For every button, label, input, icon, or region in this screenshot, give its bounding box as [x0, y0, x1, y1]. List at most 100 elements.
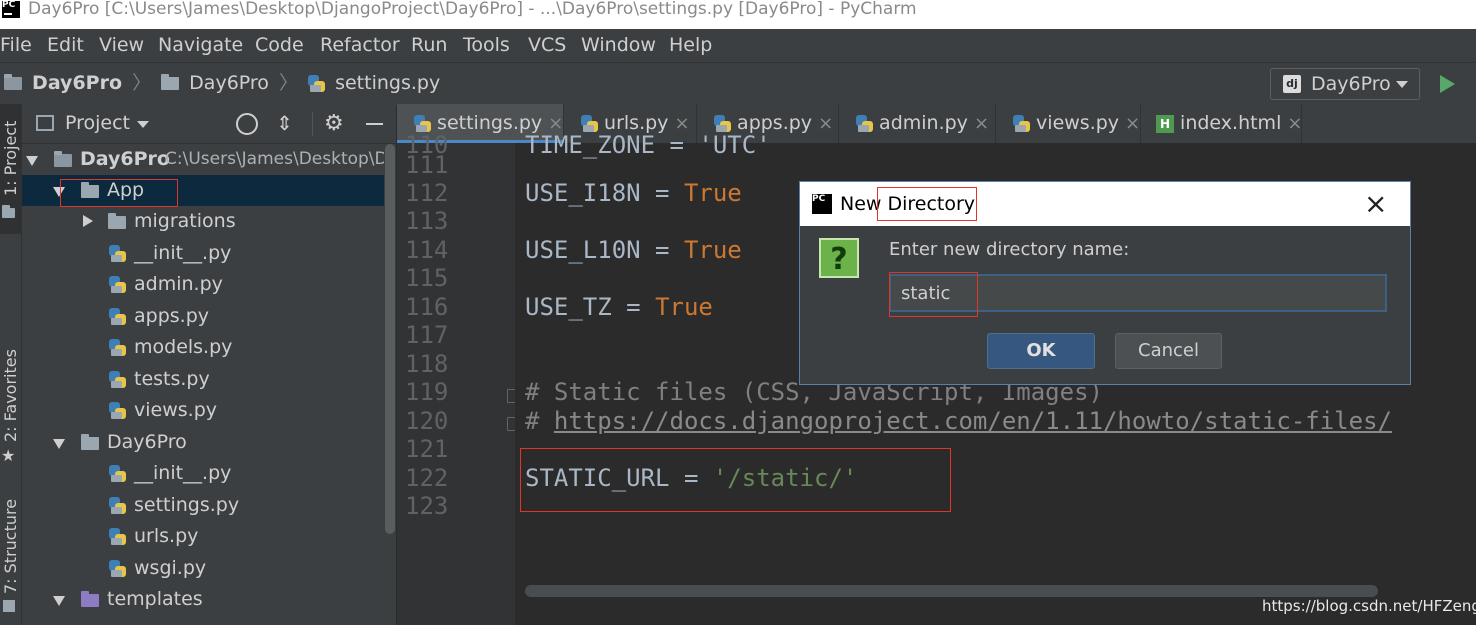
tree-item-label: Day6Pro: [107, 431, 187, 453]
line-number: 120: [405, 407, 449, 435]
chevron-down-icon: [1396, 81, 1408, 88]
python-file-icon: [109, 528, 126, 545]
chevron-down-icon[interactable]: [26, 156, 38, 166]
python-file-icon: [109, 276, 126, 293]
line-number: 118: [405, 350, 449, 378]
close-icon[interactable]: ×: [1364, 182, 1387, 226]
chevron-down-icon[interactable]: [137, 121, 149, 128]
folder-icon: [2, 205, 15, 218]
left-tool-strip: 1: Project 2: Favorites ★ 7: Structure: [0, 104, 22, 625]
line-number: 116: [405, 293, 449, 321]
line-number: 114: [405, 236, 449, 264]
docs-link[interactable]: https://docs.djangoproject.com/en/1.11/h…: [554, 407, 1392, 435]
tree-item-label: models.py: [134, 336, 233, 358]
tree-item-file[interactable]: admin.py: [22, 269, 384, 300]
code-line-partial: TIME_ZONE = 'UTC': [525, 131, 771, 159]
breadcrumb-item-package[interactable]: Day6Pro: [189, 72, 269, 94]
menu-refactor[interactable]: Refactor: [320, 29, 400, 62]
menu-run[interactable]: Run: [411, 29, 447, 62]
tree-item-file[interactable]: tests.py: [22, 364, 384, 395]
menu-view[interactable]: View: [99, 29, 144, 62]
tree-item-label: migrations: [134, 210, 236, 232]
tree-item-file[interactable]: urls.py: [22, 521, 384, 552]
collapse-all-icon[interactable]: ⇕: [276, 104, 293, 143]
chevron-down-icon[interactable]: [53, 596, 65, 606]
tree-item-file[interactable]: models.py: [22, 332, 384, 363]
close-icon[interactable]: ×: [1287, 113, 1302, 134]
tree-item-label: urls.py: [134, 525, 199, 547]
tree-item-label: wsgi.py: [134, 557, 207, 579]
close-icon[interactable]: ×: [1125, 113, 1140, 134]
line-number: 123: [405, 492, 449, 520]
line-number: 111: [405, 151, 449, 179]
chevron-right-icon[interactable]: [83, 215, 93, 227]
project-view-selector[interactable]: Project: [65, 104, 130, 143]
cancel-button[interactable]: Cancel: [1115, 333, 1222, 369]
project-tree-scrollbar[interactable]: [384, 144, 396, 625]
run-configuration-select[interactable]: dj Day6Pro: [1270, 68, 1420, 100]
tree-root-label: Day6Pro: [80, 148, 170, 170]
close-icon[interactable]: ×: [974, 113, 989, 134]
favorites-tool-tab[interactable]: 2: Favorites ★: [0, 349, 21, 472]
line-number: 121: [405, 435, 449, 463]
menu-window[interactable]: Window: [581, 29, 656, 62]
project-panel-header: Project ⇕ ⚙: [22, 104, 396, 144]
tree-item-file[interactable]: __init__.py: [22, 238, 384, 269]
tab-admin-py[interactable]: admin.py ×: [839, 104, 996, 143]
tab-index-html[interactable]: H index.html ×: [1141, 104, 1302, 143]
breadcrumb-item-project[interactable]: Day6Pro: [32, 72, 122, 94]
run-configuration-name: Day6Pro: [1311, 73, 1391, 95]
structure-tool-tab[interactable]: 7: Structure: [0, 499, 21, 625]
scrollbar-thumb[interactable]: [385, 144, 395, 534]
ok-button[interactable]: OK: [987, 333, 1095, 369]
menu-edit[interactable]: Edit: [47, 29, 84, 62]
menu-bar: File Edit View Navigate Code Refactor Ru…: [0, 29, 1476, 62]
python-file-icon: [856, 115, 873, 132]
tree-item-file[interactable]: views.py: [22, 395, 384, 426]
editor-horizontal-scrollbar[interactable]: [525, 585, 1378, 597]
editor-gutter: 110 111 112 113 114 115 116 117 118 119 …: [397, 131, 521, 625]
pycharm-app-icon: PC: [2, 1, 20, 18]
menu-code[interactable]: Code: [255, 29, 304, 62]
python-file-icon: [109, 245, 126, 262]
tree-item-templates[interactable]: templates: [22, 584, 384, 615]
hide-panel-icon[interactable]: [366, 123, 383, 125]
menu-vcs[interactable]: VCS: [528, 29, 566, 62]
project-tool-tab[interactable]: 1: Project: [0, 104, 21, 234]
tab-views-py[interactable]: views.py ×: [996, 104, 1141, 143]
tree-item-label: views.py: [134, 399, 217, 421]
menu-navigate[interactable]: Navigate: [158, 29, 243, 62]
python-file-icon: [109, 402, 126, 419]
python-file-icon: [308, 75, 326, 92]
tree-item-label: settings.py: [134, 494, 240, 516]
code-line: USE_TZ = True: [525, 293, 713, 321]
line-number: 117: [405, 321, 449, 349]
menu-file[interactable]: File: [0, 29, 32, 62]
line-number: 113: [405, 207, 449, 235]
tree-item-file[interactable]: apps.py: [22, 301, 384, 332]
tree-item-label: templates: [107, 588, 203, 610]
tree-item-migrations[interactable]: migrations: [22, 206, 384, 237]
tree-item-file[interactable]: wsgi.py: [22, 553, 384, 584]
chevron-down-icon[interactable]: [53, 439, 65, 449]
chevron-right-icon: 〉: [132, 72, 152, 94]
menu-help[interactable]: Help: [669, 29, 712, 62]
star-icon: ★: [1, 446, 16, 465]
tree-item-file[interactable]: __init__.py: [22, 458, 384, 489]
python-file-icon: [714, 115, 731, 132]
highlight-box: [877, 187, 977, 221]
tree-item-day6pro[interactable]: Day6Pro: [22, 427, 384, 458]
run-button[interactable]: [1440, 75, 1455, 93]
python-file-icon: [109, 497, 126, 514]
gear-icon[interactable]: ⚙: [324, 104, 344, 143]
python-file-icon: [109, 371, 126, 388]
tree-item-root[interactable]: Day6Pro C:\Users\James\Desktop\Dj: [22, 144, 392, 175]
python-file-icon: [109, 308, 126, 325]
breadcrumb-item-file[interactable]: settings.py: [335, 72, 440, 94]
close-icon[interactable]: ×: [818, 113, 833, 134]
breadcrumb: Day6Pro 〉 Day6Pro 〉 settings.py: [4, 63, 440, 103]
html-file-icon: H: [1156, 114, 1174, 133]
menu-tools[interactable]: Tools: [463, 29, 510, 62]
tree-item-file[interactable]: settings.py: [22, 490, 384, 521]
locate-file-icon[interactable]: [236, 113, 258, 135]
